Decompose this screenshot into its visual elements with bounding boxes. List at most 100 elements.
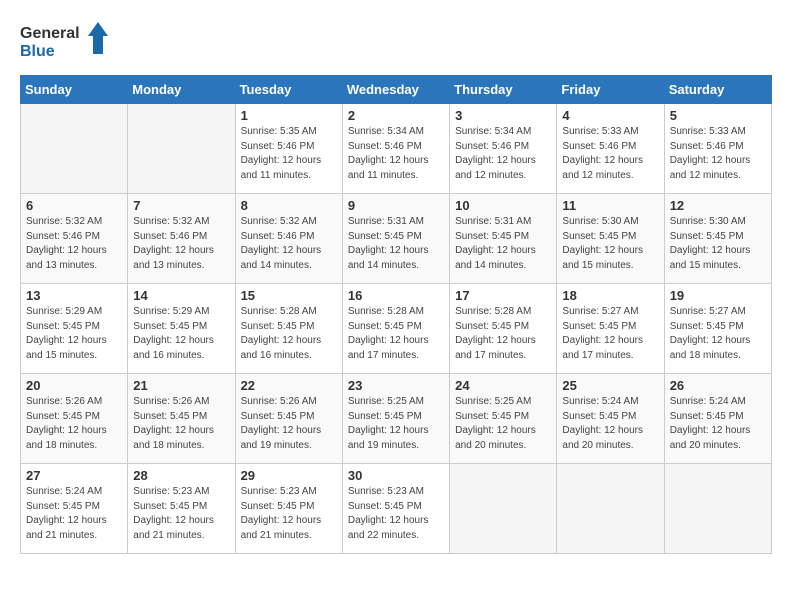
day-info: Sunrise: 5:28 AM Sunset: 5:45 PM Dayligh… xyxy=(348,305,444,363)
svg-text:General: General xyxy=(20,25,80,42)
day-number: 8 xyxy=(241,198,337,213)
day-number: 16 xyxy=(348,288,444,303)
generalblue-logo-icon: General Blue xyxy=(20,20,110,65)
calendar-cell xyxy=(557,464,664,554)
day-number: 7 xyxy=(133,198,229,213)
calendar-week-row: 1Sunrise: 5:35 AM Sunset: 5:46 PM Daylig… xyxy=(21,104,772,194)
calendar-cell xyxy=(664,464,771,554)
calendar-cell: 12 Sunrise: 5:30 AM Sunset: 5:45 PM Dayli… xyxy=(664,194,771,284)
day-number: 21 xyxy=(133,378,229,393)
day-number: 19 xyxy=(670,288,766,303)
day-number: 13 xyxy=(26,288,122,303)
day-number: 15 xyxy=(241,288,337,303)
day-info: Sunrise: 5:32 AM Sunset: 5:46 PM Dayligh… xyxy=(26,215,122,273)
calendar-cell: 10 Sunrise: 5:31 AM Sunset: 5:45 PM Dayli… xyxy=(450,194,557,284)
day-number: 17 xyxy=(455,288,551,303)
day-info: Sunrise: 5:24 AM Sunset: 5:45 PM Dayligh… xyxy=(562,395,658,453)
calendar-cell: 19 Sunrise: 5:27 AM Sunset: 5:45 PM Dayli… xyxy=(664,284,771,374)
day-info: Sunrise: 5:23 AM Sunset: 5:45 PM Dayligh… xyxy=(133,485,229,543)
day-info: Sunrise: 5:28 AM Sunset: 5:45 PM Dayligh… xyxy=(455,305,551,363)
calendar-cell: 21Sunrise: 5:26 AM Sunset: 5:45 PM Dayli… xyxy=(128,374,235,464)
weekday-header-monday: Monday xyxy=(128,76,235,104)
day-number: 1 xyxy=(241,108,337,123)
day-info: Sunrise: 5:33 AM Sunset: 5:46 PM Dayligh… xyxy=(562,125,658,183)
calendar-week-row: 6 Sunrise: 5:32 AM Sunset: 5:46 PM Daylig… xyxy=(21,194,772,284)
day-info: Sunrise: 5:25 AM Sunset: 5:45 PM Dayligh… xyxy=(348,395,444,453)
calendar-cell: 20 Sunrise: 5:26 AM Sunset: 5:45 PM Dayli… xyxy=(21,374,128,464)
day-number: 3 xyxy=(455,108,551,123)
day-info: Sunrise: 5:27 AM Sunset: 5:45 PM Dayligh… xyxy=(562,305,658,363)
calendar-week-row: 13 Sunrise: 5:29 AM Sunset: 5:45 PM Dayli… xyxy=(21,284,772,374)
day-info: Sunrise: 5:31 AM Sunset: 5:45 PM Dayligh… xyxy=(455,215,551,273)
day-number: 5 xyxy=(670,108,766,123)
day-info: Sunrise: 5:30 AM Sunset: 5:45 PM Dayligh… xyxy=(670,215,766,273)
calendar-cell: 22 Sunrise: 5:26 AM Sunset: 5:45 PM Dayli… xyxy=(235,374,342,464)
day-number: 12 xyxy=(670,198,766,213)
day-number: 14 xyxy=(133,288,229,303)
calendar-table: SundayMondayTuesdayWednesdayThursdayFrid… xyxy=(20,75,772,554)
day-info: Sunrise: 5:24 AM Sunset: 5:45 PM Dayligh… xyxy=(670,395,766,453)
calendar-cell: 13 Sunrise: 5:29 AM Sunset: 5:45 PM Dayli… xyxy=(21,284,128,374)
svg-text:Blue: Blue xyxy=(20,43,55,60)
day-info: Sunrise: 5:34 AM Sunset: 5:46 PM Dayligh… xyxy=(348,125,444,183)
calendar-cell: 1Sunrise: 5:35 AM Sunset: 5:46 PM Daylig… xyxy=(235,104,342,194)
calendar-cell: 29 Sunrise: 5:23 AM Sunset: 5:45 PM Dayli… xyxy=(235,464,342,554)
day-info: Sunrise: 5:32 AM Sunset: 5:46 PM Dayligh… xyxy=(133,215,229,273)
logo: General Blue xyxy=(20,20,110,65)
day-info: Sunrise: 5:24 AM Sunset: 5:45 PM Dayligh… xyxy=(26,485,122,543)
day-number: 23 xyxy=(348,378,444,393)
weekday-header-thursday: Thursday xyxy=(450,76,557,104)
calendar-cell xyxy=(450,464,557,554)
day-number: 27 xyxy=(26,468,122,483)
calendar-cell: 11Sunrise: 5:30 AM Sunset: 5:45 PM Dayli… xyxy=(557,194,664,284)
calendar-cell: 23 Sunrise: 5:25 AM Sunset: 5:45 PM Dayli… xyxy=(342,374,449,464)
day-info: Sunrise: 5:29 AM Sunset: 5:45 PM Dayligh… xyxy=(26,305,122,363)
day-info: Sunrise: 5:28 AM Sunset: 5:45 PM Dayligh… xyxy=(241,305,337,363)
weekday-header-row: SundayMondayTuesdayWednesdayThursdayFrid… xyxy=(21,76,772,104)
day-number: 25 xyxy=(562,378,658,393)
day-info: Sunrise: 5:33 AM Sunset: 5:46 PM Dayligh… xyxy=(670,125,766,183)
calendar-cell: 18Sunrise: 5:27 AM Sunset: 5:45 PM Dayli… xyxy=(557,284,664,374)
day-number: 26 xyxy=(670,378,766,393)
day-number: 9 xyxy=(348,198,444,213)
day-info: Sunrise: 5:26 AM Sunset: 5:45 PM Dayligh… xyxy=(26,395,122,453)
calendar-cell: 3 Sunrise: 5:34 AM Sunset: 5:46 PM Daylig… xyxy=(450,104,557,194)
calendar-cell: 17 Sunrise: 5:28 AM Sunset: 5:45 PM Dayli… xyxy=(450,284,557,374)
day-info: Sunrise: 5:27 AM Sunset: 5:45 PM Dayligh… xyxy=(670,305,766,363)
day-number: 24 xyxy=(455,378,551,393)
calendar-cell xyxy=(128,104,235,194)
day-number: 6 xyxy=(26,198,122,213)
day-info: Sunrise: 5:23 AM Sunset: 5:45 PM Dayligh… xyxy=(241,485,337,543)
day-info: Sunrise: 5:31 AM Sunset: 5:45 PM Dayligh… xyxy=(348,215,444,273)
day-info: Sunrise: 5:34 AM Sunset: 5:46 PM Dayligh… xyxy=(455,125,551,183)
day-info: Sunrise: 5:29 AM Sunset: 5:45 PM Dayligh… xyxy=(133,305,229,363)
day-number: 30 xyxy=(348,468,444,483)
calendar-cell: 8 Sunrise: 5:32 AM Sunset: 5:46 PM Daylig… xyxy=(235,194,342,284)
day-info: Sunrise: 5:26 AM Sunset: 5:45 PM Dayligh… xyxy=(241,395,337,453)
day-number: 20 xyxy=(26,378,122,393)
day-number: 2 xyxy=(348,108,444,123)
day-number: 22 xyxy=(241,378,337,393)
day-number: 29 xyxy=(241,468,337,483)
weekday-header-tuesday: Tuesday xyxy=(235,76,342,104)
weekday-header-wednesday: Wednesday xyxy=(342,76,449,104)
calendar-cell: 25 Sunrise: 5:24 AM Sunset: 5:45 PM Dayli… xyxy=(557,374,664,464)
calendar-cell: 15 Sunrise: 5:28 AM Sunset: 5:45 PM Dayli… xyxy=(235,284,342,374)
calendar-cell: 30 Sunrise: 5:23 AM Sunset: 5:45 PM Dayli… xyxy=(342,464,449,554)
day-info: Sunrise: 5:23 AM Sunset: 5:45 PM Dayligh… xyxy=(348,485,444,543)
day-number: 10 xyxy=(455,198,551,213)
calendar-cell xyxy=(21,104,128,194)
calendar-week-row: 20 Sunrise: 5:26 AM Sunset: 5:45 PM Dayli… xyxy=(21,374,772,464)
day-info: Sunrise: 5:30 AM Sunset: 5:45 PM Dayligh… xyxy=(562,215,658,273)
calendar-cell: 24 Sunrise: 5:25 AM Sunset: 5:45 PM Dayli… xyxy=(450,374,557,464)
day-info: Sunrise: 5:32 AM Sunset: 5:46 PM Dayligh… xyxy=(241,215,337,273)
day-info: Sunrise: 5:25 AM Sunset: 5:45 PM Dayligh… xyxy=(455,395,551,453)
calendar-cell: 7 Sunrise: 5:32 AM Sunset: 5:46 PM Daylig… xyxy=(128,194,235,284)
calendar-cell: 26 Sunrise: 5:24 AM Sunset: 5:45 PM Dayli… xyxy=(664,374,771,464)
weekday-header-saturday: Saturday xyxy=(664,76,771,104)
calendar-cell: 4 Sunrise: 5:33 AM Sunset: 5:46 PM Daylig… xyxy=(557,104,664,194)
day-number: 4 xyxy=(562,108,658,123)
day-number: 28 xyxy=(133,468,229,483)
calendar-cell: 27 Sunrise: 5:24 AM Sunset: 5:45 PM Dayli… xyxy=(21,464,128,554)
calendar-cell: 28 Sunrise: 5:23 AM Sunset: 5:45 PM Dayli… xyxy=(128,464,235,554)
